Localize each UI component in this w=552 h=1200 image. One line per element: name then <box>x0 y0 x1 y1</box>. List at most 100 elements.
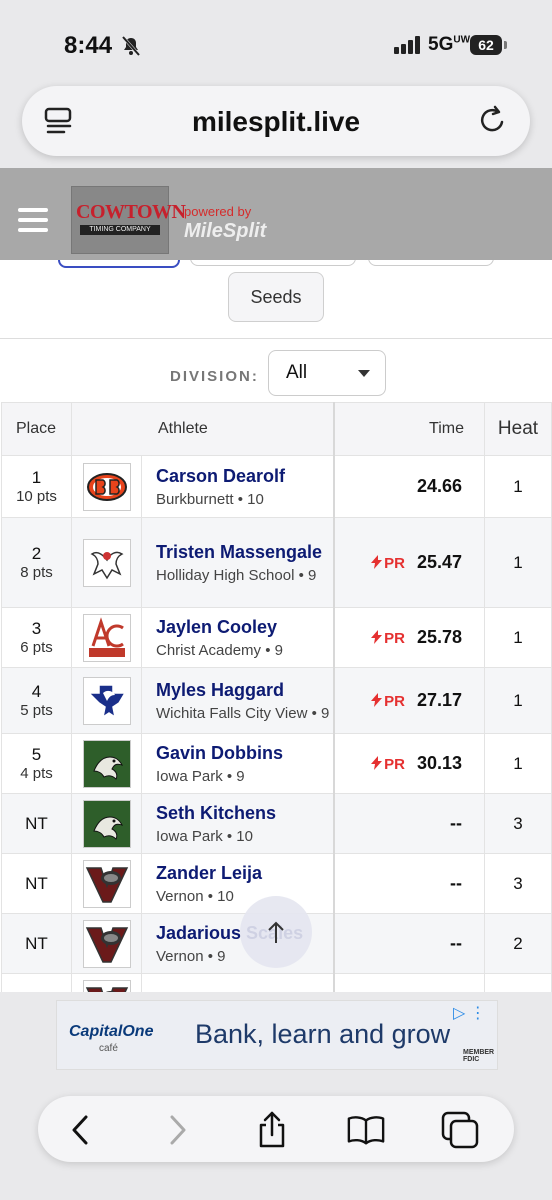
share-icon[interactable] <box>252 1110 292 1150</box>
time-cell: -- <box>332 853 485 914</box>
time-cell: PR 30.13 <box>332 733 485 794</box>
tab-results[interactable] <box>58 260 180 268</box>
team-logo-cell <box>71 973 142 992</box>
ad-brand-sub: café <box>99 1043 118 1054</box>
scroll-to-top-button[interactable] <box>240 896 312 968</box>
browser-toolbar <box>38 1096 514 1162</box>
heat-cell: 3 <box>484 793 552 854</box>
tabs-icon[interactable] <box>440 1110 480 1150</box>
athlete-cell: Gavin Dobbins Iowa Park • 9 <box>141 733 334 794</box>
table-row[interactable]: 28 pts Tristen Massengale Holliday High Sc… <box>1 517 552 608</box>
time-cell: PR 25.47 <box>332 517 485 608</box>
heat-cell: 1 <box>484 517 552 608</box>
time-value: 25.47 <box>416 552 462 572</box>
heat-cell: 1 <box>484 667 552 734</box>
athlete-name-link[interactable]: Zander Leija <box>156 861 333 886</box>
hawk-logo[interactable] <box>82 739 131 788</box>
v-logo[interactable] <box>82 859 131 908</box>
url-text[interactable]: milesplit.live <box>22 106 530 138</box>
athlete-team: Burkburnett • 10 <box>156 490 264 508</box>
v-logo[interactable] <box>82 919 131 968</box>
tab-secondary[interactable] <box>190 260 356 266</box>
team-logo-cell <box>71 517 142 608</box>
athlete-team: Iowa Park • 10 <box>156 827 253 845</box>
time-value: 25.78 <box>416 627 462 647</box>
division-select[interactable]: All <box>268 350 386 396</box>
points-value: 6 pts <box>20 639 53 656</box>
bb-logo[interactable] <box>82 462 131 511</box>
athlete-name-link[interactable]: Gavin Dobbins <box>156 741 333 766</box>
status-bar: 8:44 5GUW 62 <box>0 0 552 80</box>
place-cell: 28 pts <box>1 517 72 608</box>
heat-cell: 3 <box>484 853 552 914</box>
cowtown-logo[interactable]: COWTOWN TIMING COMPANY <box>71 186 186 254</box>
time-value: -- <box>450 873 462 893</box>
time-cell: PR 25.78 <box>332 607 485 668</box>
place-cell: NT <box>1 913 72 974</box>
header-place[interactable]: Place <box>1 402 72 456</box>
place-cell: 45 pts <box>1 667 72 734</box>
time-value: 27.17 <box>416 690 462 710</box>
pr-badge: PR <box>371 693 405 710</box>
milesplit-logo: MileSplit <box>184 220 267 242</box>
tab-tertiary[interactable] <box>368 260 494 266</box>
ad-choices-icon[interactable]: ▷ ⋮ <box>453 1003 486 1023</box>
header-time[interactable]: Time <box>332 402 485 456</box>
header-athlete[interactable]: Athlete <box>71 402 334 456</box>
time-value: 24.66 <box>416 476 462 496</box>
athlete-team: Vernon • 10 <box>156 887 234 905</box>
time-cell <box>332 973 485 992</box>
table-row[interactable]: NT Seth Kitchens Iowa Park • 10 -- 3 <box>1 793 552 854</box>
heat-cell: 1 <box>484 607 552 668</box>
ad-banner[interactable]: CapitalOne café Bank, learn and grow MEM… <box>56 1000 498 1070</box>
hawk-logo[interactable] <box>82 799 131 848</box>
signal-icon <box>394 36 422 59</box>
network-label: 5GUW <box>428 34 471 55</box>
place-value: NT <box>25 933 48 953</box>
heat-cell <box>484 973 552 992</box>
ca-logo[interactable] <box>82 613 131 662</box>
back-icon[interactable] <box>60 1110 100 1150</box>
athlete-team: Iowa Park • 9 <box>156 767 245 785</box>
table-row[interactable]: 1 10 pts Carson Dearolf Burkburnett • 10 24.… <box>1 455 552 518</box>
lightning-icon <box>371 630 383 644</box>
v-logo[interactable] <box>82 979 131 992</box>
ad-text: Bank, learn and grow <box>195 1019 451 1049</box>
table-row[interactable]: Christian Perez <box>1 973 552 992</box>
forward-icon[interactable] <box>158 1110 198 1150</box>
points-value: 5 pts <box>20 702 53 719</box>
athlete-name-link[interactable]: Seth Kitchens <box>156 801 333 826</box>
lightning-icon <box>371 555 383 569</box>
bookmarks-icon[interactable] <box>346 1110 386 1150</box>
table-row[interactable]: 54 pts Gavin Dobbins Iowa Park • 9 PR 30.13 1 <box>1 733 552 794</box>
powered-by-label: powered by <box>184 204 252 219</box>
athlete-team: Holliday High School • 9 <box>156 566 317 584</box>
athlete-name-link[interactable]: Jaylen Cooley <box>156 615 333 640</box>
team-logo-cell <box>71 455 142 518</box>
arrow-up-icon <box>268 921 284 943</box>
time-cell: -- <box>332 913 485 974</box>
athlete-name-link[interactable]: Christian Perez <box>156 991 333 992</box>
athlete-name-link[interactable]: Tristen Massengale <box>156 540 333 565</box>
mustang-logo[interactable] <box>82 676 131 725</box>
table-row[interactable]: 36 pts Jaylen Cooley Christ Academy • 9 PR 2… <box>1 607 552 668</box>
athlete-cell: Seth Kitchens Iowa Park • 10 <box>141 793 334 854</box>
heat-cell: 1 <box>484 455 552 518</box>
url-bar[interactable]: milesplit.live <box>22 86 530 156</box>
athlete-name-link[interactable]: Carson Dearolf <box>156 464 333 489</box>
eagle-logo[interactable] <box>82 538 131 587</box>
place-value: NT <box>25 873 48 893</box>
athlete-cell: Christian Perez <box>141 973 334 992</box>
table-row[interactable]: 45 pts Myles Haggard Wichita Falls City Vi… <box>1 667 552 734</box>
athlete-team: Wichita Falls City View • 9 <box>156 704 330 722</box>
athlete-cell: Tristen Massengale Holliday High School •… <box>141 517 334 608</box>
athlete-name-link[interactable]: Myles Haggard <box>156 678 333 703</box>
reload-icon[interactable] <box>478 104 508 141</box>
team-logo-cell <box>71 853 142 914</box>
seeds-button[interactable]: Seeds <box>228 272 324 322</box>
athlete-team: Christ Academy • 9 <box>156 641 283 659</box>
place-value: 2 <box>31 544 42 563</box>
table-header-row: Place Athlete Time Heat <box>1 402 552 456</box>
menu-icon[interactable] <box>18 208 48 238</box>
header-heat[interactable]: Heat <box>484 402 552 456</box>
